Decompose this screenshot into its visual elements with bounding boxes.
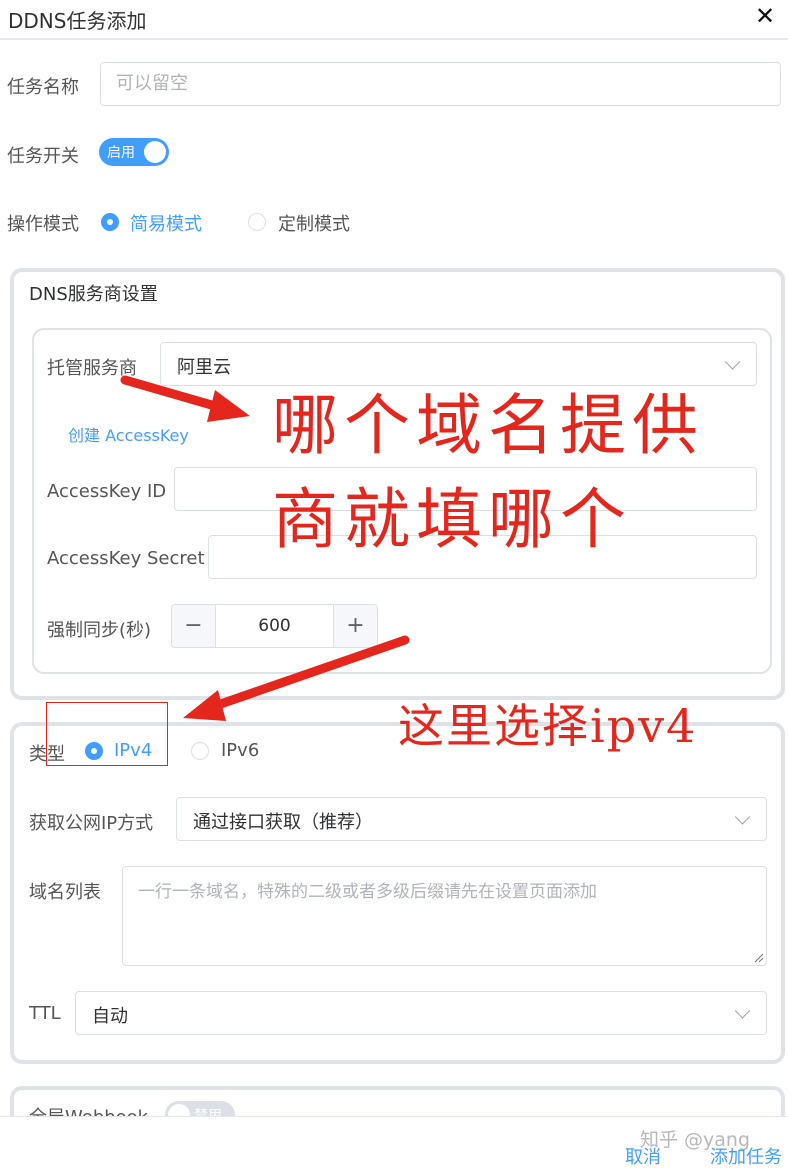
annotation-type: 这里选择ipv4 [398,699,698,753]
arrow-line-type [207,635,410,712]
annotation-box-ipv4 [46,702,168,766]
arrow-head-provider [207,390,250,422]
arrow-line-provider [120,375,227,413]
annotation-arrows [120,375,410,721]
annotation-provider-line2: 商就填哪个 [272,481,632,558]
annotation-provider-line1: 哪个域名提供 [272,387,704,464]
arrow-head-type [183,690,226,721]
